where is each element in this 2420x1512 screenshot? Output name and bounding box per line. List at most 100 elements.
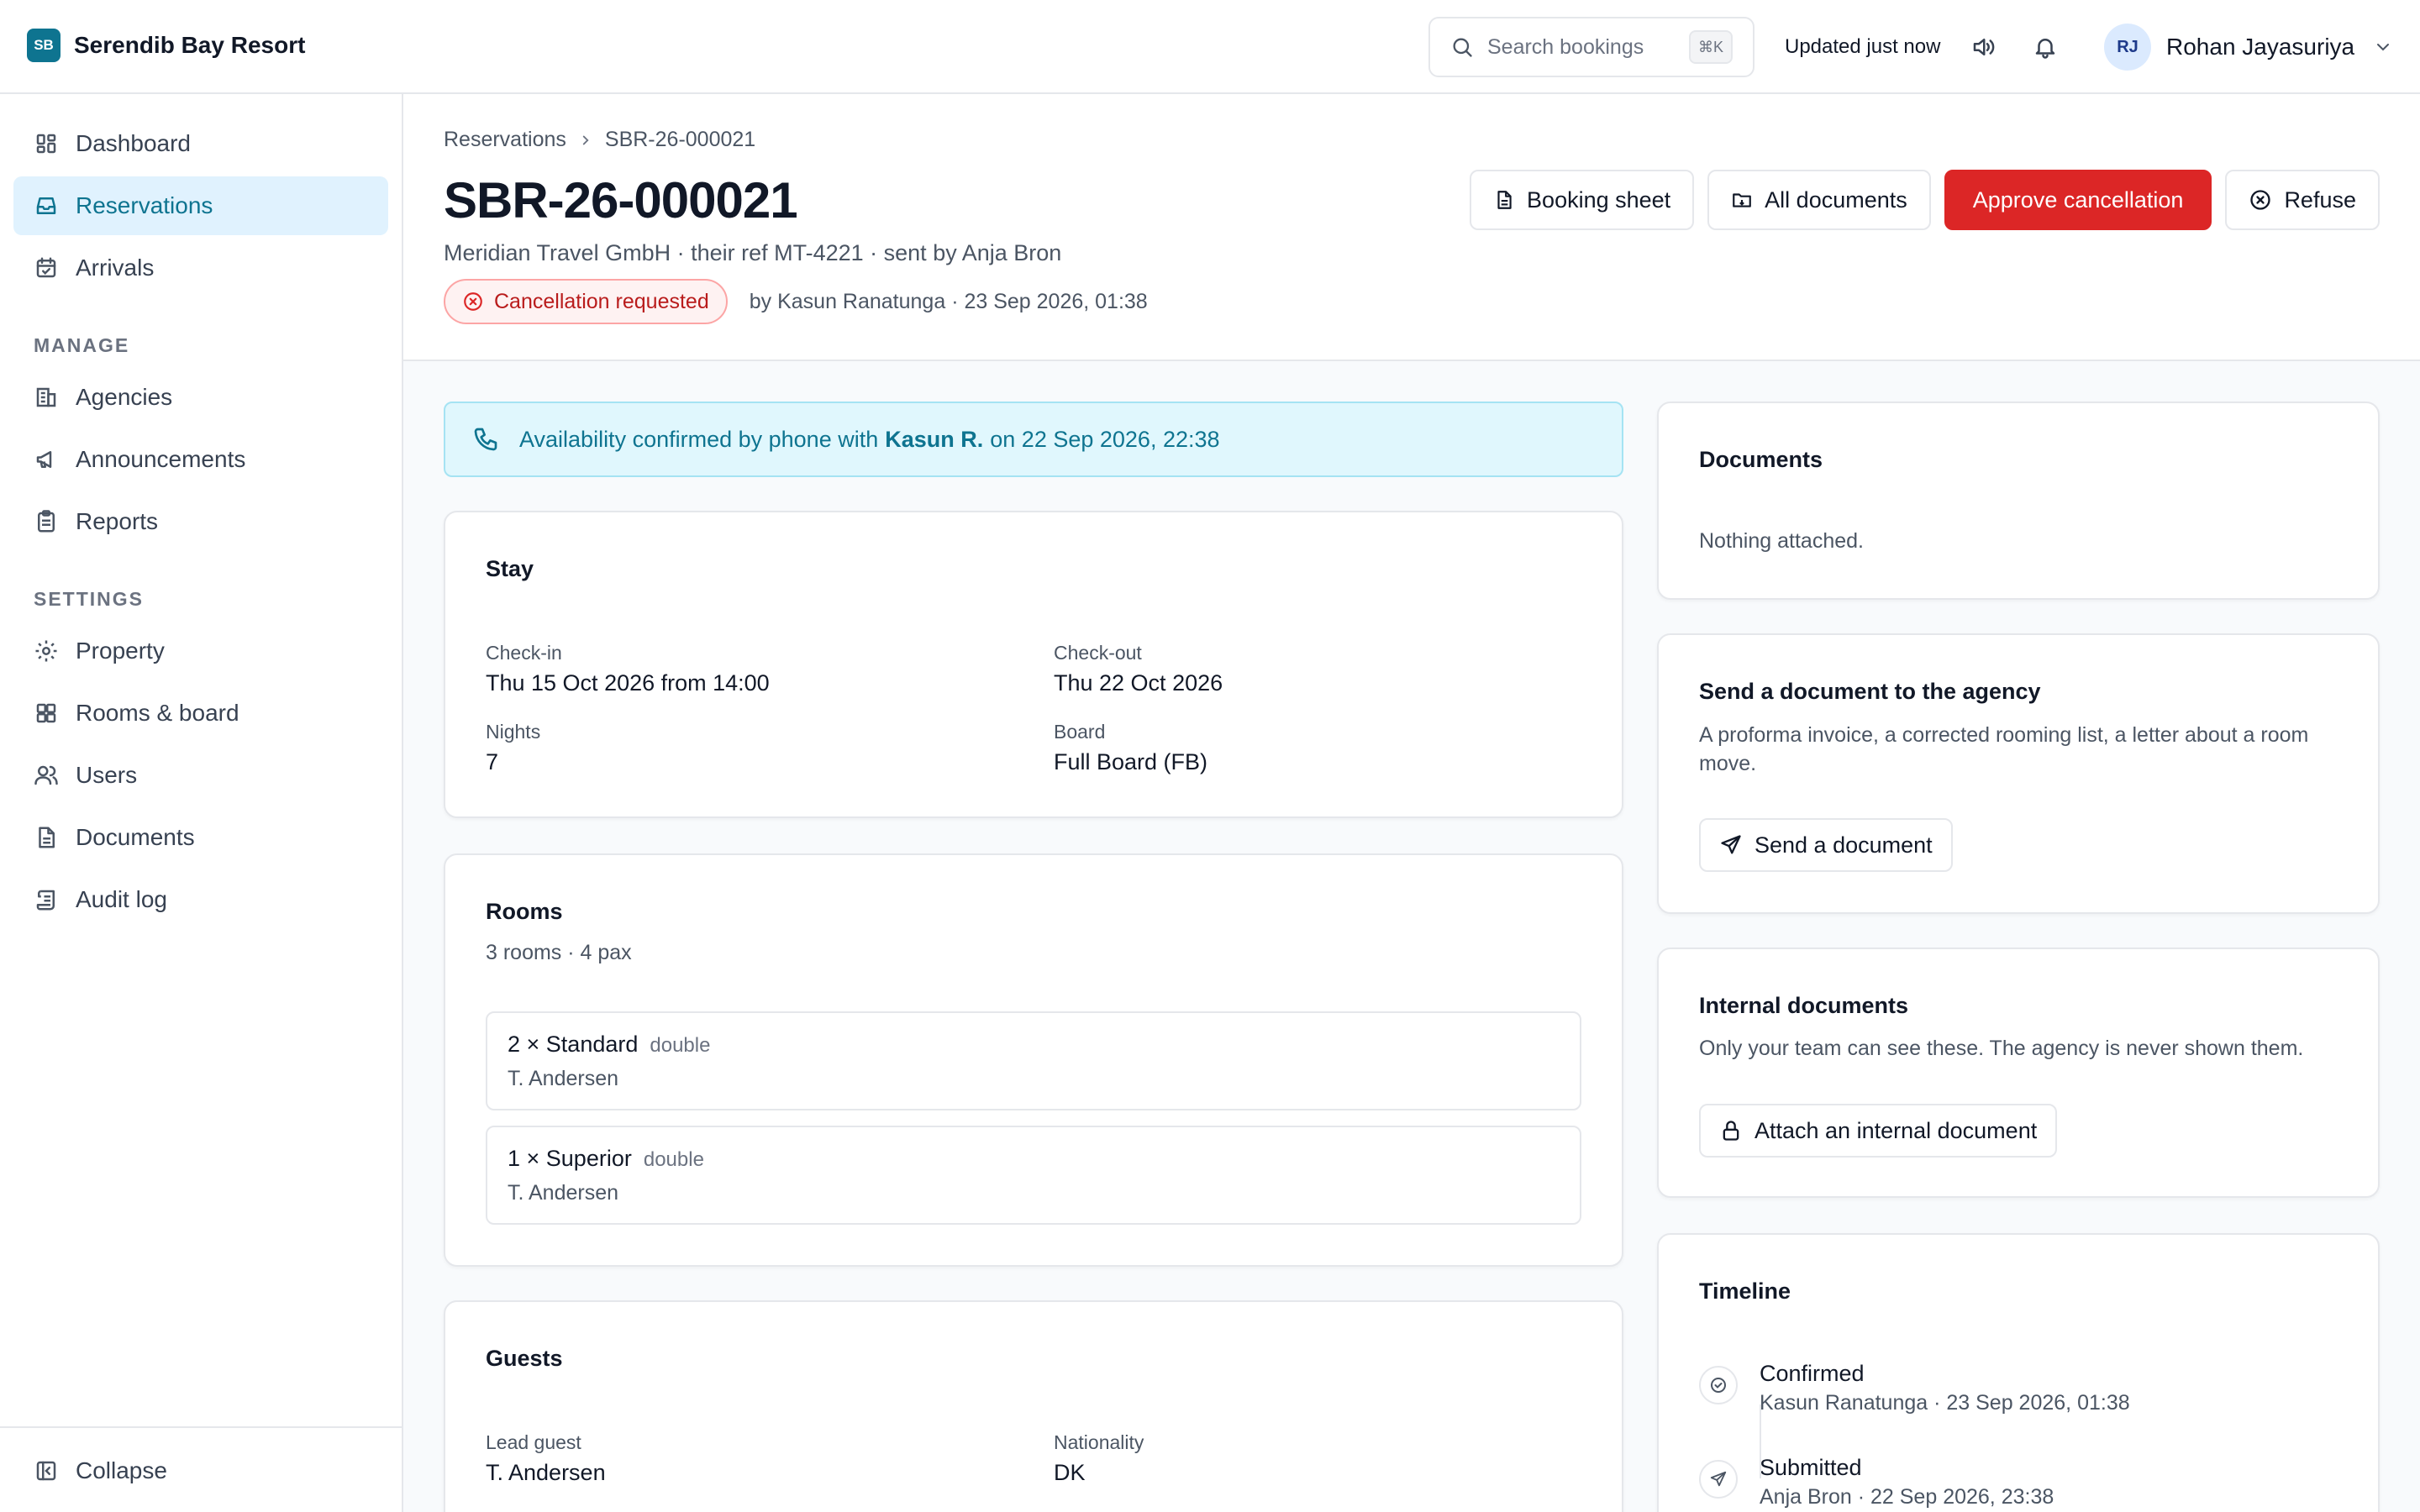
sidebar-item-reservations[interactable]: Reservations xyxy=(13,176,388,235)
gear-icon xyxy=(34,638,59,664)
booking-sheet-label: Booking sheet xyxy=(1527,186,1671,213)
timeline-event-meta: Kasun Ranatunga · 23 Sep 2026, 01:38 xyxy=(1760,1391,2130,1415)
room-bed: double xyxy=(650,1034,711,1057)
sidebar-item-label: Users xyxy=(76,762,138,788)
search-shortcut: ⌘K xyxy=(1689,30,1733,64)
building-icon xyxy=(34,385,59,410)
booking-sheet-button[interactable]: Booking sheet xyxy=(1470,170,1695,230)
sidebar-item-label: Dashboard xyxy=(76,130,191,156)
search-icon xyxy=(1450,35,1474,59)
sidebar-section-manage: MANAGE xyxy=(34,334,130,356)
check-circle-icon xyxy=(1699,1366,1738,1404)
x-circle-icon xyxy=(2249,188,2272,212)
checkin-value: Thu 15 Oct 2026 from 14:00 xyxy=(486,670,770,696)
alert-suffix: on 22 Sep 2026, 22:38 xyxy=(990,426,1220,452)
bell-icon[interactable] xyxy=(2030,32,2060,62)
sidebar: Dashboard Reservations Arrivals MANAGE A… xyxy=(0,94,403,1512)
attach-internal-document-button[interactable]: Attach an internal document xyxy=(1699,1104,2058,1158)
search-input[interactable]: Search bookings ⌘K xyxy=(1428,17,1754,77)
updated-status: Updated just now xyxy=(1785,35,1941,58)
x-circle-icon xyxy=(462,291,484,312)
checkout-value: Thu 22 Oct 2026 xyxy=(1054,670,1223,696)
nationality-value: DK xyxy=(1054,1460,1086,1485)
sidebar-item-label: Documents xyxy=(76,824,195,850)
header-actions: Booking sheet All documents Approve canc… xyxy=(1456,170,2380,230)
nationality-label: Nationality xyxy=(1054,1431,1144,1453)
list-item: 1 × Superior double T. Andersen xyxy=(486,1126,1581,1225)
sidebar-item-audit-log[interactable]: Audit log xyxy=(13,870,388,929)
chevron-right-icon xyxy=(578,133,593,148)
timeline-title: Timeline xyxy=(1699,1278,1791,1304)
refuse-label: Refuse xyxy=(2284,186,2356,213)
page-header: Reservations SBR-26-000021 SBR-26-000021… xyxy=(403,94,2420,361)
brand-name: Serendib Bay Resort xyxy=(74,32,306,58)
internal-documents-description: Only your team can see these. The agency… xyxy=(1699,1037,2304,1060)
sidebar-item-documents[interactable]: Documents xyxy=(13,808,388,867)
sidebar-item-label: Agencies xyxy=(76,384,173,410)
phone-icon xyxy=(472,426,499,453)
board-label: Board xyxy=(1054,721,1106,743)
internal-documents-card: Internal documents Only your team can se… xyxy=(1657,948,2380,1198)
sidebar-item-label: Audit log xyxy=(76,886,167,912)
top-bar: SB Serendib Bay Resort Search bookings ⌘… xyxy=(0,0,2420,94)
sidebar-item-label: Property xyxy=(76,638,165,664)
sidebar-item-property[interactable]: Property xyxy=(13,622,388,680)
room-type: 2 × Standard xyxy=(508,1032,639,1057)
guests-card: Guests Lead guest T. Andersen Nationalit… xyxy=(444,1300,1623,1512)
scroll-icon xyxy=(34,887,59,912)
speaker-icon[interactable] xyxy=(1968,32,1998,62)
refuse-button[interactable]: Refuse xyxy=(2225,170,2380,230)
rooms-summary: 3 rooms · 4 pax xyxy=(486,941,632,964)
collapse-icon xyxy=(34,1458,59,1483)
inbox-icon xyxy=(34,193,59,218)
send-document-label: Send a document xyxy=(1754,832,1933,858)
timeline-card: Timeline Confirmed Kasun Ranatunga · 23 … xyxy=(1657,1233,2380,1512)
stay-card: Stay Check-in Thu 15 Oct 2026 from 14:00… xyxy=(444,511,1623,818)
send-document-button[interactable]: Send a document xyxy=(1699,818,1953,872)
sidebar-item-users[interactable]: Users xyxy=(13,746,388,805)
brand[interactable]: SB Serendib Bay Resort xyxy=(27,29,305,62)
collapse-button[interactable]: Collapse xyxy=(13,1441,388,1500)
sidebar-item-label: Announcements xyxy=(76,446,246,472)
timeline-connector xyxy=(1760,1404,1761,1478)
status-badge-label: Cancellation requested xyxy=(494,289,709,313)
lead-guest-value: T. Andersen xyxy=(486,1460,606,1485)
user-menu[interactable]: RJ Rohan Jayasuriya xyxy=(2104,24,2393,71)
availability-alert: Availability confirmed by phone with Kas… xyxy=(444,402,1623,477)
breadcrumb-reservations[interactable]: Reservations xyxy=(444,128,566,152)
attach-internal-document-label: Attach an internal document xyxy=(1754,1117,2038,1143)
sidebar-item-dashboard[interactable]: Dashboard xyxy=(13,114,388,173)
calendar-check-icon xyxy=(34,255,59,281)
stay-title: Stay xyxy=(486,556,534,581)
timeline-event-meta: Anja Bron · 22 Sep 2026, 23:38 xyxy=(1760,1485,2054,1509)
approve-cancellation-button[interactable]: Approve cancellation xyxy=(1944,170,2212,230)
send-document-title: Send a document to the agency xyxy=(1699,679,2041,704)
status-badge: Cancellation requested xyxy=(444,279,728,324)
page-title: SBR-26-000021 xyxy=(444,172,798,228)
timeline-event-title: Confirmed xyxy=(1760,1361,1865,1386)
search-placeholder: Search bookings xyxy=(1487,34,1644,59)
sidebar-item-announcements[interactable]: Announcements xyxy=(13,430,388,489)
rooms-card: Rooms 3 rooms · 4 pax 2 × Standard doubl… xyxy=(444,853,1623,1267)
grid-icon xyxy=(34,701,59,726)
sidebar-item-arrivals[interactable]: Arrivals xyxy=(13,239,388,297)
send-icon xyxy=(1699,1460,1738,1499)
sidebar-item-rooms-board[interactable]: Rooms & board xyxy=(13,684,388,743)
sidebar-item-agencies[interactable]: Agencies xyxy=(13,368,388,427)
user-name: Rohan Jayasuriya xyxy=(2166,34,2355,60)
all-documents-button[interactable]: All documents xyxy=(1707,170,1931,230)
room-guest: T. Andersen xyxy=(508,1181,619,1205)
status-meta: by Kasun Ranatunga · 23 Sep 2026, 01:38 xyxy=(749,289,1148,313)
clipboard-icon xyxy=(34,509,59,534)
dashboard-icon xyxy=(34,131,59,156)
documents-card: Documents Nothing attached. xyxy=(1657,402,2380,600)
checkin-label: Check-in xyxy=(486,642,562,664)
sidebar-item-label: Arrivals xyxy=(76,255,155,281)
sidebar-item-label: Rooms & board xyxy=(76,700,239,726)
internal-documents-title: Internal documents xyxy=(1699,993,1909,1018)
room-guest: T. Andersen xyxy=(508,1067,619,1090)
sidebar-item-reports[interactable]: Reports xyxy=(13,492,388,551)
breadcrumb-current: SBR-26-000021 xyxy=(604,128,756,151)
brand-logo: SB xyxy=(27,29,60,62)
folder-icon xyxy=(1731,189,1753,211)
